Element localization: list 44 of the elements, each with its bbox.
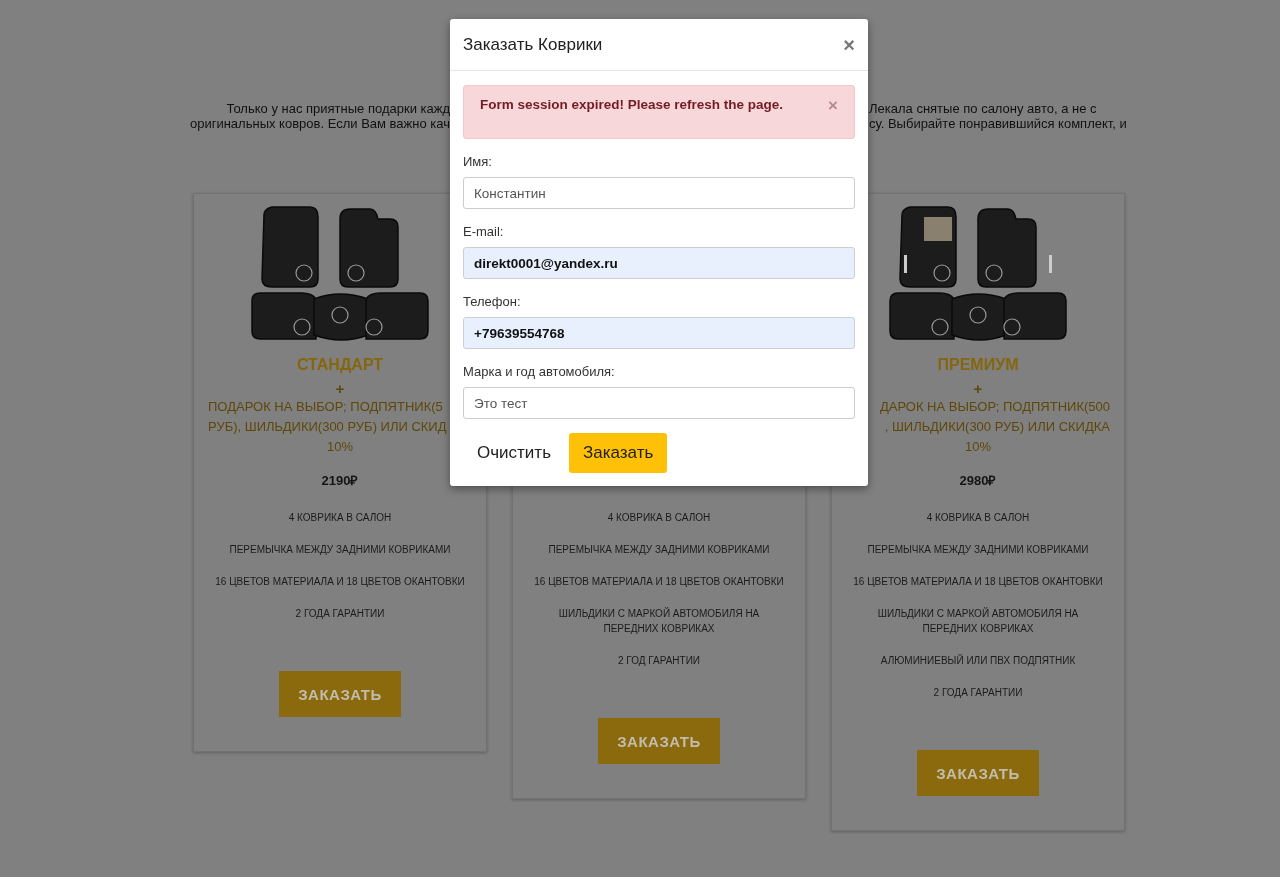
feature-text: АЛЮМИНИЕВЫЙ ИЛИ ПВХ ПОДПЯТНИК [880, 653, 1076, 668]
plan-title: СТАНДАРТ [296, 356, 384, 374]
feature-text: 16 ЦВЕТОВ МАТЕРИАЛА И 18 ЦВЕТОВ ОКАНТОВКИ [534, 575, 784, 589]
field-label: Марка и год автомобиля: [463, 364, 616, 379]
feature-text: 2 ГОД ГАРАНТИИ [617, 654, 701, 668]
gift-text: РУБ), ШИЛЬДИКИ(300 РУБ) ИЛИ СКИД [208, 418, 447, 436]
gift-text: , ШИЛЬДИКИ(300 РУБ) ИЛИ СКИДКА [884, 418, 1110, 436]
clear-button[interactable]: Очистить [463, 433, 565, 473]
field-label: Имя: [463, 154, 493, 169]
alert-text: Form session expired! Please refresh the page. [480, 97, 784, 112]
feature-text: ПЕРЕМЫЧКА МЕЖДУ ЗАДНИМИ КОВРИКАМИ [867, 543, 1089, 557]
close-button[interactable]: × [843, 34, 855, 55]
intro-text: Только у нас приятные подарки кажд [226, 101, 450, 116]
price: 2190₽ [321, 472, 359, 489]
dialog-title: Заказать Коврики [463, 34, 603, 55]
feature-text: ПЕРЕМЫЧКА МЕЖДУ ЗАДНИМИ КОВРИКАМИ [548, 543, 770, 557]
input-field[interactable]: +79639554768 [463, 317, 855, 349]
gift-text: 10% [965, 438, 991, 456]
gift-text: ДАРОК НА ВЫБОР; ПОДПЯТНИК(500 [879, 398, 1110, 416]
feature-text: 4 КОВРИКА В САЛОН [288, 511, 392, 525]
input-field[interactable]: direkt0001@yandex.ru [463, 247, 855, 279]
order-button[interactable]: Заказать [569, 433, 668, 473]
feature-text: 16 ЦВЕТОВ МАТЕРИАЛА И 18 ЦВЕТОВ ОКАНТОВКИ [215, 575, 465, 589]
feature-text: 4 КОВРИКА В САЛОН [607, 511, 711, 525]
field-label: E-mail: [463, 224, 505, 239]
intro-text: оригинальных ковров. Если Вам важно кач [189, 116, 450, 131]
feature-text: ПЕРЕМЫЧКА МЕЖДУ ЗАДНИМИ КОВРИКАМИ [229, 543, 451, 557]
feature-text: 16 ЦВЕТОВ МАТЕРИАЛА И 18 ЦВЕТОВ ОКАНТОВКИ [853, 575, 1103, 589]
plan-title: ПРЕМИУМ [937, 356, 1019, 374]
intro-text: су. Выбирайте понравившийся комплект, и [869, 116, 1127, 131]
field-label: Телефон: [463, 294, 522, 309]
plus-sign: + [335, 380, 345, 397]
feature-text: ШИЛЬДИКИ С МАРКОЙ АВТОМОБИЛЯ НА ПЕРЕДНИХ КОВРИКАХ [876, 606, 1080, 636]
gift-text: ПОДАРОК НА ВЫБОР; ПОДПЯТНИК(5 [208, 398, 443, 416]
feature-text: 2 ГОДА ГАРАНТИИ [933, 686, 1023, 700]
input-field[interactable]: Это тест [463, 387, 855, 419]
intro-text: Лекала снятые по салону авто, а не с [869, 101, 1097, 116]
feature-text: 2 ГОДА ГАРАНТИИ [295, 607, 385, 621]
gift-text: 10% [327, 438, 353, 456]
feature-text: ШИЛЬДИКИ С МАРКОЙ АВТОМОБИЛЯ НА ПЕРЕДНИХ КОВРИКАХ [557, 606, 761, 636]
input-field[interactable]: Константин [463, 177, 855, 209]
feature-text: 4 КОВРИКА В САЛОН [926, 511, 1030, 525]
price: 2980₽ [959, 472, 997, 489]
plus-sign: + [973, 380, 983, 397]
